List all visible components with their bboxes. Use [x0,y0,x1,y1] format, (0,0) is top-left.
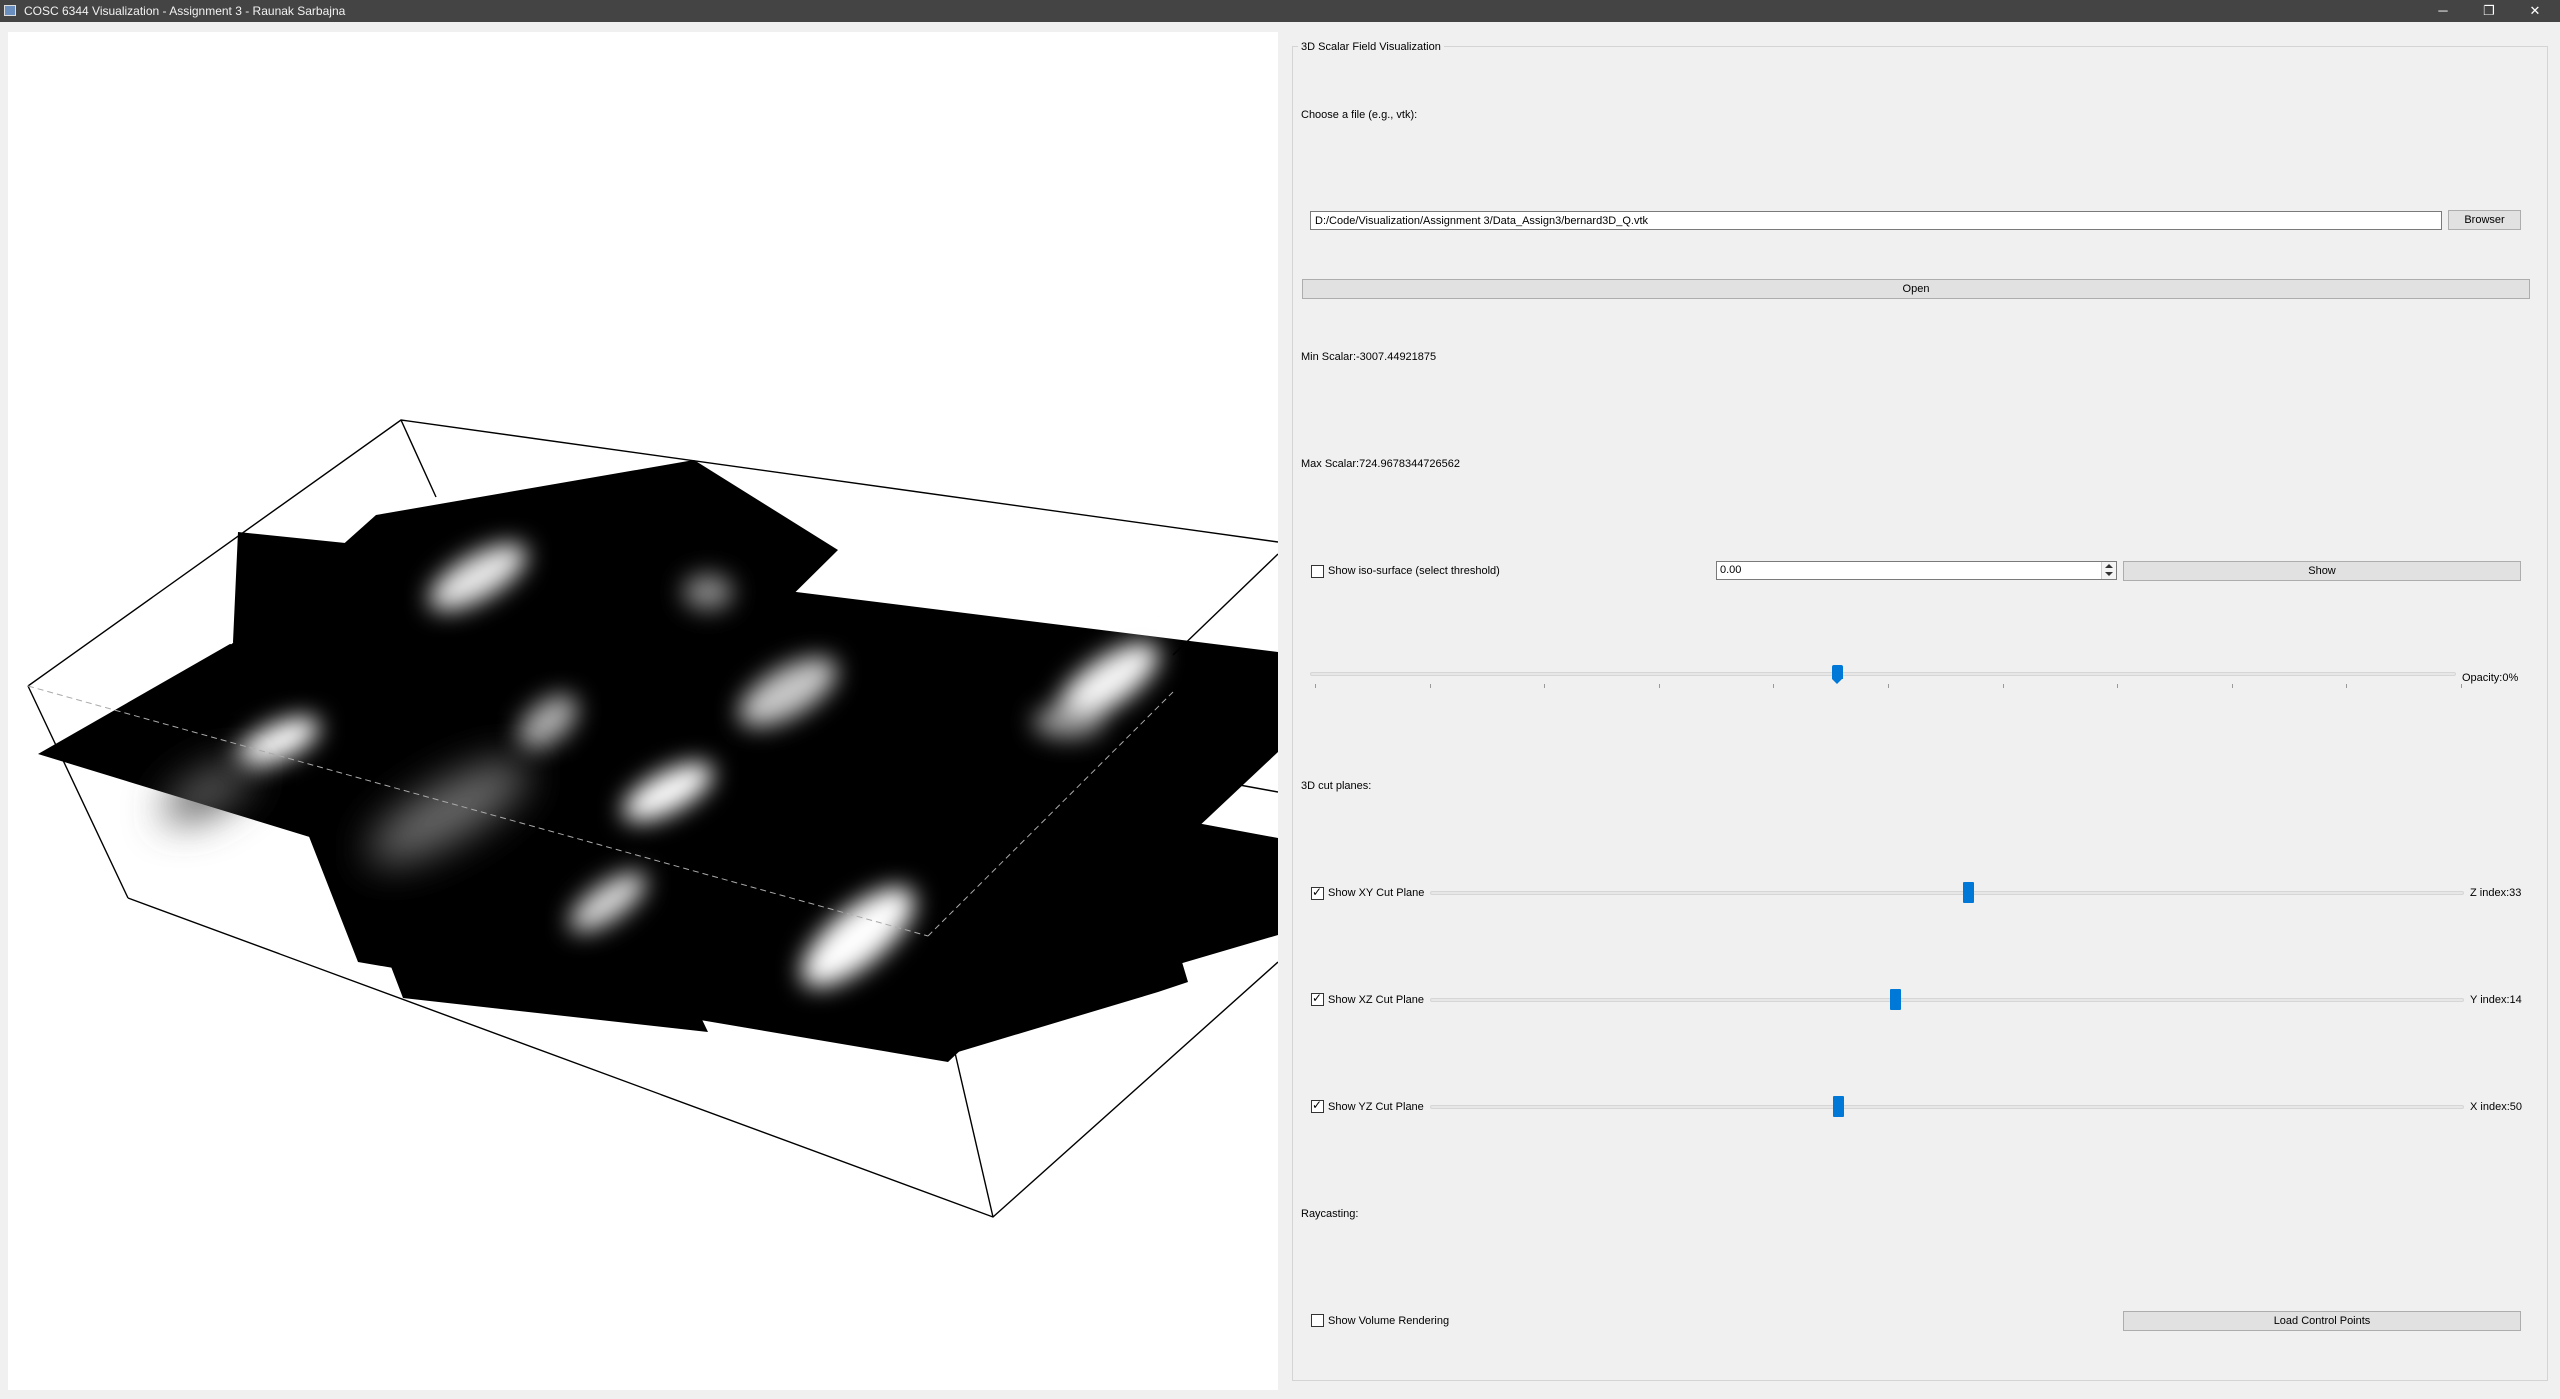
slider-tick [2346,684,2347,688]
maximize-button[interactable]: ❐ [2466,0,2512,22]
file-label: Choose a file (e.g., vtk): [1301,109,1418,121]
opacity-slider-handle[interactable] [1832,665,1843,684]
browse-button[interactable]: Browser [2448,210,2521,230]
minimize-button[interactable]: ─ [2420,0,2466,22]
check-icon: ✓ [1312,991,1323,1005]
check-icon: ✓ [1312,1098,1323,1112]
z-index-slider-track[interactable] [1430,891,2464,895]
raycasting-heading: Raycasting: [1301,1208,1359,1220]
slider-tick [1773,684,1774,688]
x-index-slider-track[interactable] [1430,1105,2464,1109]
x-index-slider-handle[interactable] [1833,1096,1844,1117]
slider-tick [1659,684,1660,688]
slider-tick [1544,684,1545,688]
scene-render [27,419,1278,1218]
check-icon: ✓ [1312,885,1323,899]
y-index-slider-handle[interactable] [1890,989,1901,1010]
min-scalar-label: Min Scalar:-3007.44921875 [1301,351,1437,363]
xy-plane-checkbox[interactable]: ✓ [1311,885,1324,900]
slider-tick [2232,684,2233,688]
iso-surface-checkbox[interactable] [1311,565,1324,578]
cut-planes-heading: 3D cut planes: [1301,780,1372,792]
iso-surface-label: Show iso-surface (select threshold) [1328,565,1500,577]
y-index-label: Y index:14 [2470,994,2522,1006]
app-icon [4,5,16,16]
yz-plane-label: Show YZ Cut Plane [1328,1101,1424,1113]
iso-threshold-spinbox[interactable]: 0.00 [1716,561,2117,580]
volume-rendering-checkbox[interactable] [1311,1314,1324,1327]
title-bar: COSC 6344 Visualization - Assignment 3 -… [0,0,2560,22]
close-button[interactable]: ✕ [2512,0,2558,22]
slider-tick [1430,684,1431,688]
opacity-slider-track[interactable] [1310,672,2456,676]
volume-rendering-label: Show Volume Rendering [1328,1315,1450,1327]
opacity-label: Opacity:0% [2462,672,2519,684]
file-path-input[interactable] [1310,211,2442,230]
iso-threshold-value: 0.00 [1720,564,1742,576]
xz-plane-checkbox[interactable]: ✓ [1311,991,1324,1006]
slider-tick [2003,684,2004,688]
xz-plane-label: Show XZ Cut Plane [1328,994,1424,1006]
arrow-up-icon[interactable] [2105,564,2113,568]
slider-tick [1315,684,1316,688]
slider-tick [2461,684,2462,688]
control-panel [1292,46,2548,1381]
load-control-points-button[interactable]: Load Control Points [2123,1311,2521,1331]
arrow-down-icon[interactable] [2105,572,2113,576]
render-viewport[interactable] [8,32,1278,1390]
yz-plane-checkbox[interactable]: ✓ [1311,1098,1324,1113]
open-button[interactable]: Open [1302,279,2530,299]
z-index-slider-handle[interactable] [1963,882,1974,903]
group-title: 3D Scalar Field Visualization [1298,41,1444,53]
x-index-label: X index:50 [2470,1101,2522,1113]
max-scalar-label: Max Scalar:724.9678344726562 [1301,458,1461,470]
slider-tick [1888,684,1889,688]
xy-plane-label: Show XY Cut Plane [1328,887,1425,899]
show-iso-button[interactable]: Show [2123,561,2521,581]
slider-tick [2117,684,2118,688]
z-index-label: Z index:33 [2470,887,2522,899]
window-title: COSC 6344 Visualization - Assignment 3 -… [24,4,346,18]
y-index-slider-track[interactable] [1430,998,2464,1002]
